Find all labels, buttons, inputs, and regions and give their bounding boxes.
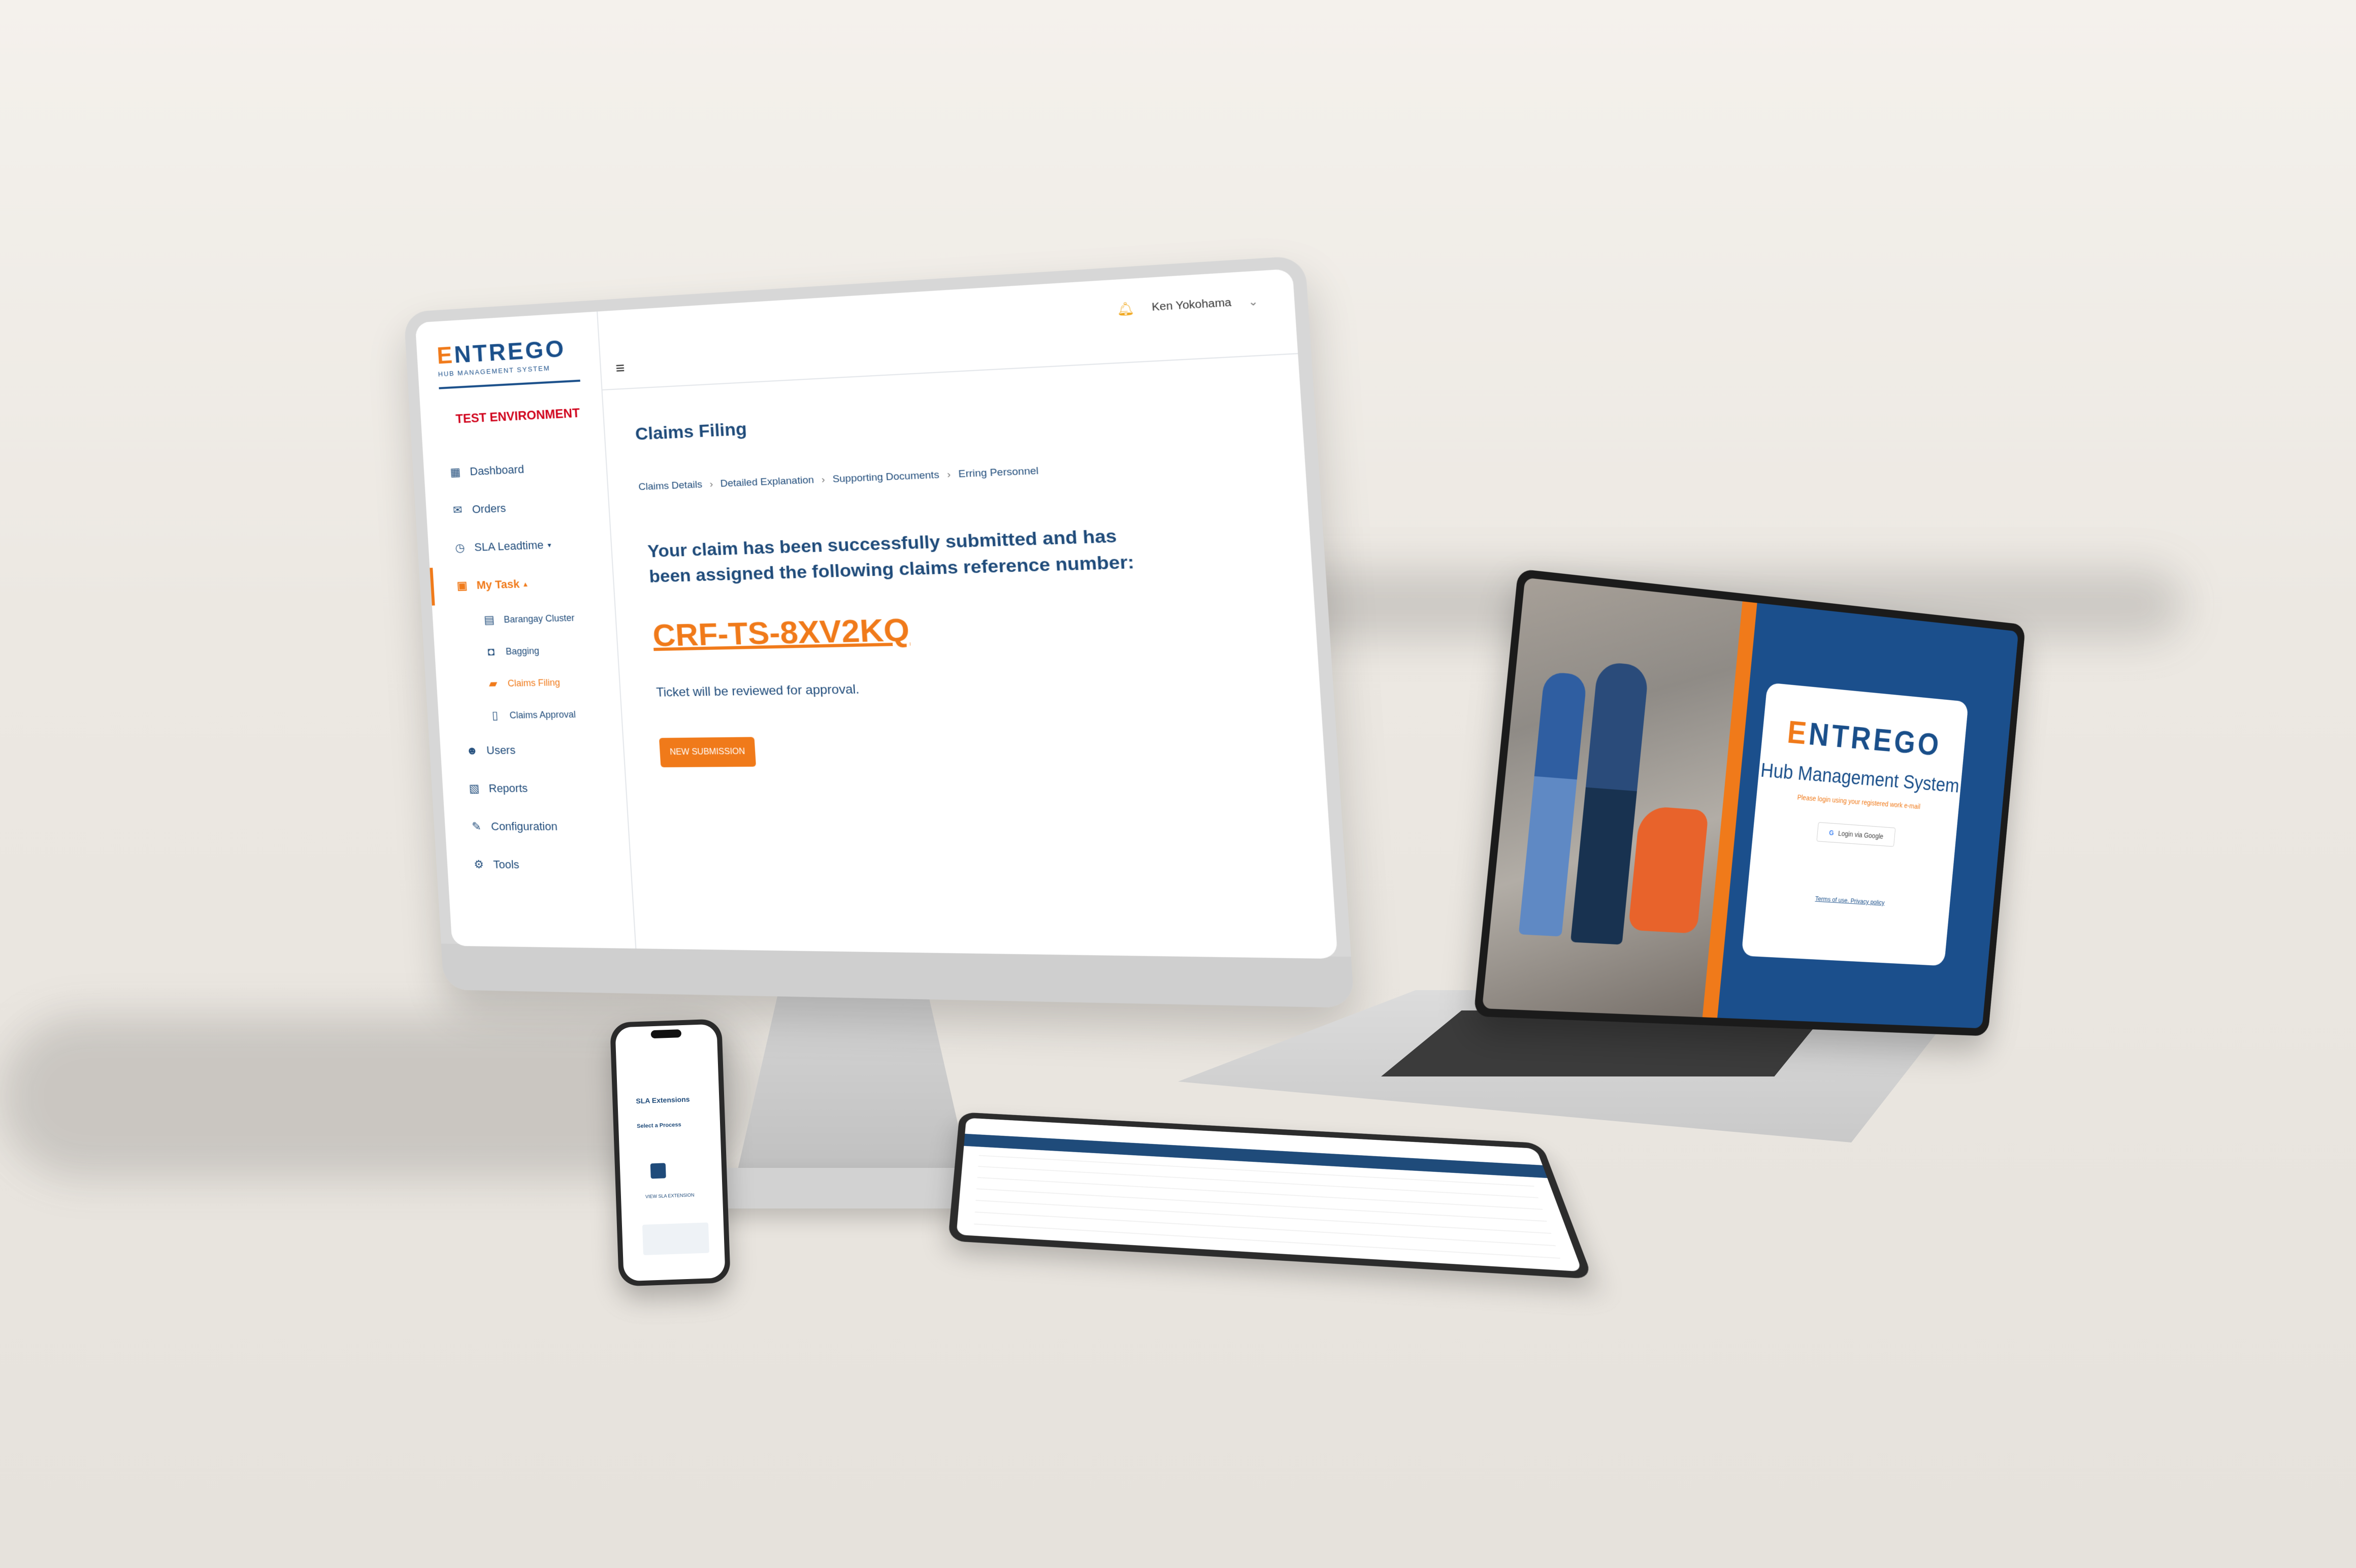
sidebar-item-orders[interactable]: ✉ Orders — [450, 487, 569, 530]
sidebar-item-label: Users — [486, 743, 516, 757]
sidebar-subitem-label: Bagging — [505, 645, 539, 657]
gear-icon: ⚙ — [472, 858, 485, 871]
breadcrumb-step-detailed-explanation[interactable]: Detailed Explanation — [720, 475, 814, 490]
desktop-monitor: ENTREGO HUB MANAGEMENT SYSTEM TEST ENVIR… — [404, 255, 1354, 1008]
sidebar-nav: ▦ Dashboard ✉ Orders ◷ SLA Leadtime ▾ ▣ … — [448, 448, 591, 885]
sidebar-item-label: Orders — [472, 502, 506, 516]
buildings-icon: ▤ — [482, 613, 496, 627]
sidebar-subitem-claims-approval[interactable]: ▯ Claims Approval — [487, 698, 581, 731]
chevron-right-icon: › — [821, 474, 825, 486]
chevron-right-icon: › — [709, 479, 713, 491]
sidebar-item-dashboard[interactable]: ▦ Dashboard — [448, 448, 567, 492]
page-title: Claims Filing — [635, 419, 747, 445]
phone: SLA Extensions Select a Process VIEW SLA… — [610, 1019, 731, 1286]
clipboard-icon: ▣ — [455, 579, 469, 593]
phone-section-title: Select a Process — [637, 1122, 681, 1129]
chevron-down-icon: ⌄ — [1248, 295, 1259, 309]
breadcrumb-step-claims-details[interactable]: Claims Details — [638, 479, 703, 494]
login-google-label: Login via Google — [1838, 829, 1884, 840]
clock-icon: ◷ — [453, 541, 467, 555]
reports-icon: ▧ — [467, 782, 481, 795]
wrench-icon: ✎ — [470, 820, 483, 833]
sidebar-item-label: My Task — [476, 577, 520, 592]
laptop-display: ENTREGO Hub Management System Please log… — [1482, 578, 2018, 1029]
user-name: Ken Yokohama — [1152, 297, 1232, 314]
sidebar-item-label: Dashboard — [470, 463, 525, 478]
breadcrumb-step-erring-personnel[interactable]: Erring Personnel — [958, 465, 1039, 480]
view-sla-extension-link[interactable]: VIEW SLA EXTENSION — [645, 1192, 695, 1199]
chevron-down-icon: ▾ — [547, 540, 551, 549]
chevron-right-icon: › — [946, 469, 951, 481]
sidebar-subitem-label: Claims Approval — [509, 709, 576, 721]
sidebar-item-label: Configuration — [490, 820, 558, 834]
folder-icon: ▰ — [486, 677, 500, 691]
sla-extension-icon[interactable] — [650, 1163, 666, 1179]
login-logo: ENTREGO — [1761, 712, 1966, 765]
terms-privacy-link[interactable]: Terms of use. Privacy policy — [1747, 891, 1950, 910]
login-title: Hub Management System — [1758, 759, 1961, 797]
google-icon: G — [1829, 829, 1835, 837]
sidebar-item-configuration[interactable]: ✎ Configuration — [469, 807, 588, 846]
chevron-up-icon: ▴ — [523, 579, 528, 588]
monitor-screen: ENTREGO HUB MANAGEMENT SYSTEM TEST ENVIR… — [415, 269, 1338, 959]
login-card: ENTREGO Hub Management System Please log… — [1741, 682, 1969, 966]
sidebar-item-reports[interactable]: ▧ Reports — [467, 769, 586, 807]
phone-info-box — [642, 1222, 709, 1255]
monitor-stand-neck — [731, 985, 975, 1198]
bag-icon: ◘ — [484, 645, 498, 659]
sidebar-item-tools[interactable]: ⚙ Tools — [471, 845, 591, 884]
laptop: ENTREGO Hub Management System Please log… — [1474, 569, 2026, 1036]
sidebar: ENTREGO HUB MANAGEMENT SYSTEM TEST ENVIR… — [415, 311, 637, 949]
login-hero-photo — [1482, 578, 1742, 1018]
tablet — [948, 1112, 1593, 1279]
sidebar-item-users[interactable]: ☻ Users — [465, 731, 584, 770]
sidebar-item-label: Reports — [488, 781, 528, 795]
sidebar-subitem-label: Claims Filing — [507, 677, 560, 689]
document-icon: ▯ — [488, 709, 502, 723]
phone-screen: SLA Extensions Select a Process VIEW SLA… — [615, 1024, 725, 1282]
sidebar-item-label: Tools — [493, 858, 520, 872]
sidebar-item-label: SLA Leadtime — [474, 538, 544, 554]
bell-icon[interactable]: 🔔︎ — [1116, 301, 1135, 318]
sidebar-subitem-bagging[interactable]: ◘ Bagging — [484, 634, 578, 668]
photo-scooter — [1628, 805, 1709, 933]
tablet-screen — [956, 1118, 1582, 1272]
sidebar-subitem-label: Barangay Cluster — [504, 612, 575, 625]
users-icon: ☻ — [465, 744, 479, 757]
dashboard-icon: ▦ — [448, 466, 462, 479]
test-environment-label: TEST ENVIRONMENT — [455, 406, 580, 427]
phone-notch — [651, 1029, 682, 1038]
claims-reference-number[interactable]: CRF-TS-8XV2KQ — [651, 611, 910, 654]
login-google-button[interactable]: G Login via Google — [1816, 822, 1895, 847]
sidebar-item-my-task[interactable]: ▣ My Task ▴ — [430, 564, 573, 606]
review-message: Ticket will be reviewed for approval. — [656, 682, 860, 700]
sidebar-subitem-barangay-cluster[interactable]: ▤ Barangay Cluster — [482, 602, 576, 636]
breadcrumb: Claims Details › Detailed Explanation › … — [638, 465, 1039, 493]
orders-icon: ✉ — [451, 503, 465, 517]
new-submission-button[interactable]: NEW SUBMISSION — [659, 737, 756, 767]
phone-page-title: SLA Extensions — [636, 1095, 690, 1105]
brand-logo: ENTREGO HUB MANAGEMENT SYSTEM — [436, 334, 580, 389]
success-message: Your claim has been successfully submitt… — [647, 522, 1148, 589]
login-panel: ENTREGO Hub Management System Please log… — [1717, 603, 2018, 1028]
sidebar-subitem-claims-filing[interactable]: ▰ Claims Filing — [485, 666, 579, 700]
sidebar-item-sla-leadtime[interactable]: ◷ SLA Leadtime ▾ — [452, 525, 571, 567]
menu-icon[interactable]: ≡ — [615, 360, 625, 378]
breadcrumb-step-supporting-documents[interactable]: Supporting Documents — [832, 469, 939, 485]
user-menu[interactable]: 🔔︎ Ken Yokohama ⌄ — [1116, 293, 1259, 318]
